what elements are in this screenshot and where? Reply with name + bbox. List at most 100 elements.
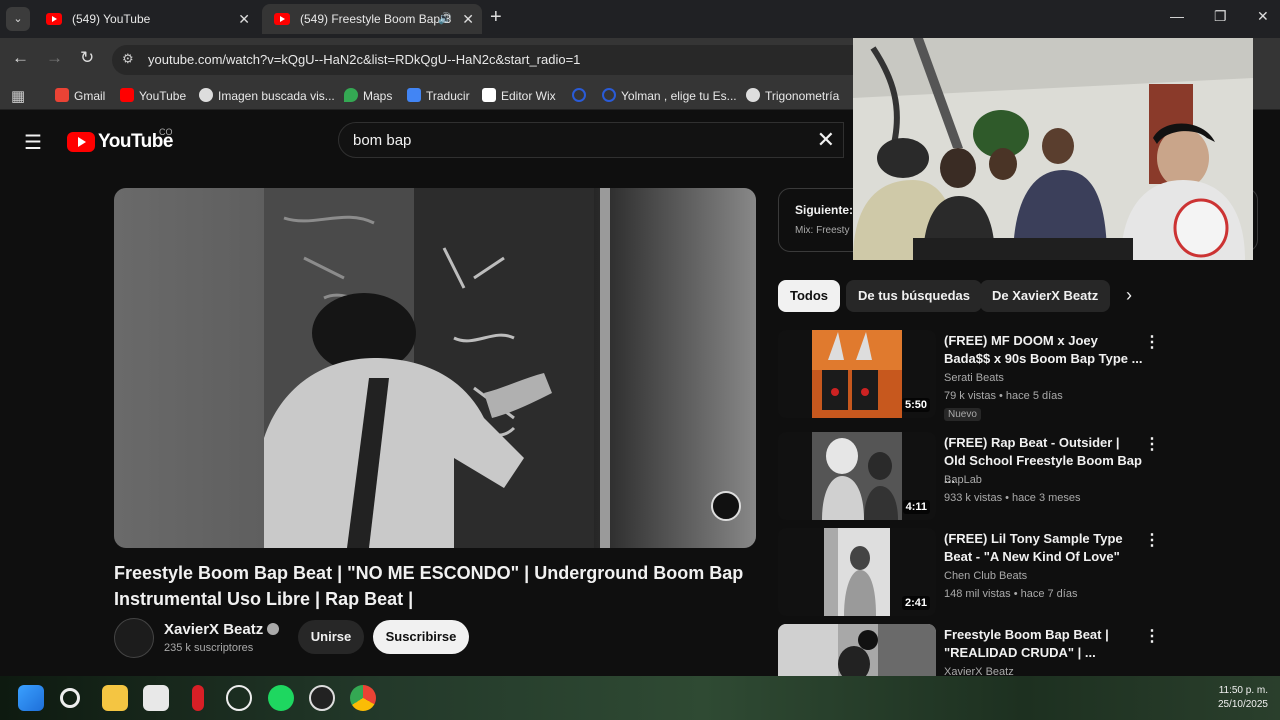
menu-icon[interactable]: ☰ <box>24 130 42 155</box>
channel-name[interactable]: Chen Club Beats <box>944 570 1027 582</box>
channel-name[interactable]: BapLab <box>944 474 982 486</box>
list-item[interactable]: 4:11 (FREE) Rap Beat - Outsider | Old Sc… <box>778 432 1160 522</box>
bookmark-image-search[interactable]: Imagen buscada vis... <box>199 88 335 103</box>
url-text[interactable]: youtube.com/watch?v=kQgU--HaN2c&list=RDk… <box>148 52 580 67</box>
tab-search-icon[interactable]: ⌄ <box>6 7 30 31</box>
youtube-logo-icon <box>67 132 95 152</box>
more-options-icon[interactable]: ⋮ <box>1144 530 1160 550</box>
tab-youtube-home[interactable]: (549) YouTube ✕ <box>34 4 258 34</box>
search-input[interactable]: bom bap ✕ <box>338 122 844 158</box>
tab-strip: ⌄ (549) YouTube ✕ (549) Freestyle Boom B… <box>0 0 1280 38</box>
close-window-icon[interactable]: ✕ <box>1257 8 1269 25</box>
chip-all[interactable]: Todos <box>778 280 841 312</box>
youtube-favicon-icon <box>274 13 290 25</box>
tab-label: (549) Freestyle Boom Bap B <box>300 12 452 26</box>
clock-time: 11:50 p. m. <box>1218 685 1268 696</box>
more-options-icon[interactable]: ⋮ <box>1144 434 1160 454</box>
bookmark-unnamed[interactable] <box>572 88 591 103</box>
chip-from-channel[interactable]: De XavierX Beatz <box>980 280 1111 312</box>
search-query[interactable]: bom bap <box>353 132 411 149</box>
up-next-label: Siguiente: <box>795 203 854 217</box>
windows-start-icon[interactable] <box>18 685 44 711</box>
video-duration: 4:11 <box>902 500 930 514</box>
translate-icon <box>407 88 421 102</box>
tab-label: (549) YouTube <box>72 12 151 26</box>
list-item[interactable]: 5:50 (FREE) MF DOOM x Joey Bada$$ x 90s … <box>778 330 1160 421</box>
bookmark-wix[interactable]: Editor Wix <box>482 88 556 103</box>
video-meta: 148 mil vistas • hace 7 días <box>944 588 1078 600</box>
restore-icon[interactable]: ❐ <box>1214 8 1227 25</box>
system-clock[interactable]: 11:50 p. m. 25/10/2025 <box>1206 684 1268 712</box>
youtube-favicon-icon <box>46 13 62 25</box>
channel-avatar[interactable] <box>114 618 154 658</box>
chevron-right-icon[interactable]: › <box>1126 285 1132 306</box>
channel-name[interactable]: XavierX Beatz <box>944 666 1014 676</box>
video-frame <box>114 188 756 548</box>
youtube-icon <box>120 88 134 102</box>
forward-icon[interactable]: → <box>46 48 63 68</box>
file-explorer-icon[interactable] <box>102 685 128 711</box>
chip-from-searches[interactable]: De tus búsquedas <box>846 280 982 312</box>
chatgpt-icon[interactable] <box>226 685 252 711</box>
bookmark-translate[interactable]: Traducir <box>407 88 470 103</box>
close-tab-icon[interactable]: ✕ <box>462 4 474 34</box>
windows-taskbar <box>0 676 1280 720</box>
maps-pin-icon <box>344 88 358 102</box>
verified-icon <box>267 623 280 635</box>
video-title[interactable]: (FREE) MF DOOM x Joey Bada$$ x 90s Boom … <box>944 332 1144 368</box>
back-icon[interactable]: ← <box>12 48 29 68</box>
obs-icon[interactable] <box>309 685 335 711</box>
bookmark-gmail[interactable]: Gmail <box>55 88 105 103</box>
tab-active-video[interactable]: (549) Freestyle Boom Bap B 🔊 ✕ <box>262 4 482 34</box>
list-item[interactable]: 2:41 (FREE) Lil Tony Sample Type Beat - … <box>778 528 1160 618</box>
spotify-icon[interactable] <box>268 685 294 711</box>
channel-name[interactable]: Serati Beats <box>944 372 1004 384</box>
microsoft-store-icon[interactable] <box>143 685 169 711</box>
video-duration: 5:50 <box>901 398 930 412</box>
bookmark-youtube[interactable]: YouTube <box>120 88 186 103</box>
video-thumbnail[interactable]: 2:41 <box>778 528 936 616</box>
video-title[interactable]: (FREE) Lil Tony Sample Type Beat - "A Ne… <box>944 530 1144 566</box>
list-item[interactable]: Freestyle Boom Bap Beat | "REALIDAD CRUD… <box>778 624 1160 676</box>
bookmark-yolman[interactable]: Yolman , elige tu Es... <box>602 88 737 103</box>
new-badge: Nuevo <box>944 408 981 421</box>
new-tab-button[interactable]: + <box>490 6 502 29</box>
video-meta: 933 k vistas • hace 3 meses <box>944 492 1081 504</box>
video-title[interactable]: Freestyle Boom Bap Beat | "REALIDAD CRUD… <box>944 626 1144 662</box>
more-options-icon[interactable]: ⋮ <box>1144 332 1160 352</box>
speaker-icon[interactable]: 🔊 <box>438 4 452 34</box>
netflix-icon[interactable] <box>192 685 204 711</box>
video-thumbnail[interactable] <box>778 624 936 676</box>
apps-grid-icon[interactable]: ▦ <box>11 87 25 105</box>
mix-name: Mix: Freesty <box>795 225 850 236</box>
globe-icon <box>746 88 760 102</box>
video-thumbnail[interactable]: 4:11 <box>778 432 936 520</box>
video-meta: 79 k vistas • hace 5 días <box>944 390 1063 402</box>
channel-name[interactable]: XavierX Beatz <box>164 621 280 638</box>
video-player[interactable] <box>114 188 756 548</box>
search-icon[interactable] <box>60 688 80 708</box>
video-thumbnail[interactable]: 5:50 <box>778 330 936 418</box>
bookmark-trigonometry[interactable]: Trigonometría <box>746 88 839 103</box>
site-settings-icon[interactable]: ⚙ <box>122 51 134 67</box>
join-button[interactable]: Unirse <box>298 620 364 654</box>
globe-icon <box>602 88 616 102</box>
address-bar[interactable]: ⚙ youtube.com/watch?v=kQgU--HaN2c&list=R… <box>112 45 872 75</box>
clear-search-icon[interactable]: ✕ <box>817 127 835 153</box>
country-code: CO <box>159 127 173 137</box>
close-tab-icon[interactable]: ✕ <box>238 4 250 34</box>
reload-icon[interactable]: ↻ <box>80 48 94 68</box>
video-duration: 2:41 <box>901 596 930 610</box>
minimize-icon[interactable]: — <box>1170 8 1184 24</box>
video-title: Freestyle Boom Bap Beat | "NO ME ESCONDO… <box>114 563 744 609</box>
subscriber-count: 235 k suscriptores <box>164 642 254 654</box>
wix-icon <box>482 88 496 102</box>
subscribe-button[interactable]: Suscribirse <box>373 620 469 654</box>
chrome-icon[interactable] <box>350 685 376 711</box>
webcam-overlay <box>853 38 1253 260</box>
globe-icon <box>572 88 586 102</box>
more-options-icon[interactable]: ⋮ <box>1144 626 1160 646</box>
globe-icon <box>199 88 213 102</box>
bookmark-maps[interactable]: Maps <box>344 88 392 103</box>
clock-date: 25/10/2025 <box>1217 699 1268 710</box>
